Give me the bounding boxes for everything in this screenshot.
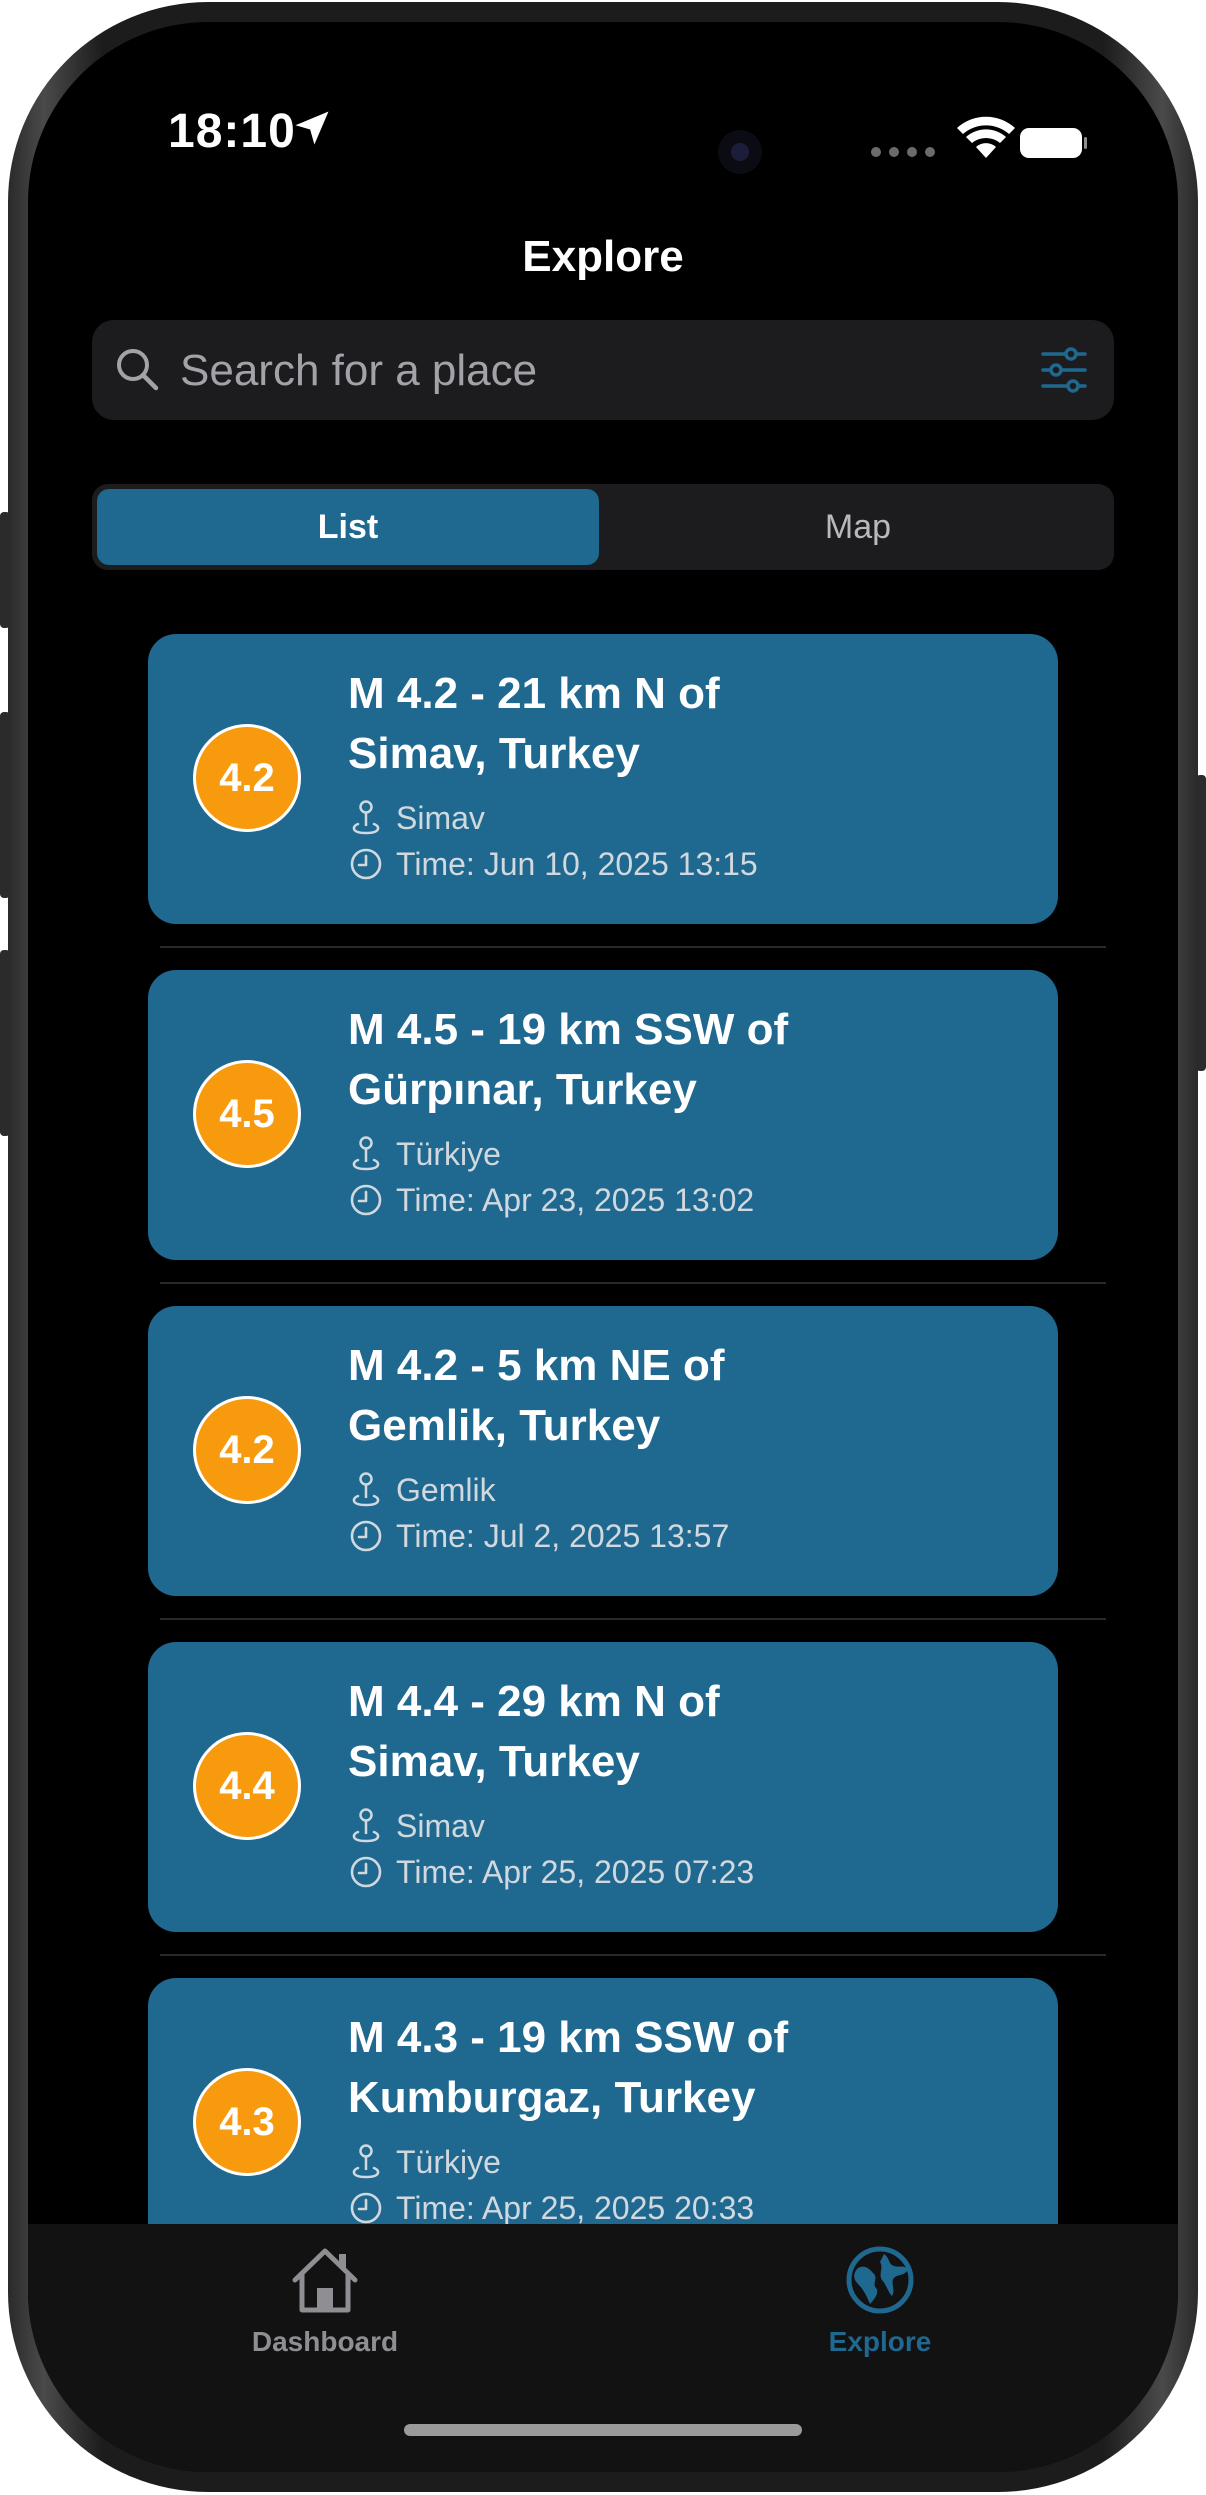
tab-dashboard[interactable]: Dashboard <box>225 2244 425 2374</box>
earthquake-card[interactable]: 4.2 M 4.2 - 5 km NE of Gemlik, Turkey Gemli… <box>148 1306 1058 1596</box>
earthquake-card[interactable]: 4.2 M 4.2 - 21 km N of Simav, Turkey Simav T… <box>148 634 1058 924</box>
clock-icon <box>350 1856 382 1888</box>
segment-map[interactable]: Map <box>607 489 1109 565</box>
place-label: Simav <box>396 799 485 836</box>
tab-dashboard-label: Dashboard <box>251 2326 399 2357</box>
earthquake-title-line: M 4.4 - 29 km N of <box>348 1677 720 1726</box>
clock-icon <box>350 1184 382 1216</box>
tab-explore-label: Explore <box>828 2326 932 2357</box>
time-row: Time: Jul 2, 2025 13:57 <box>348 1516 729 1556</box>
earthquake-card[interactable]: 4.5 M 4.5 - 19 km SSW of Gürpınar, Turkey T… <box>148 970 1058 1260</box>
segment-list[interactable]: List <box>97 489 599 565</box>
earthquake-title-line: M 4.3 - 19 km SSW of <box>348 2013 789 2062</box>
search-icon <box>117 349 159 391</box>
earthquake-title-line: Kumburgaz, Turkey <box>348 2073 756 2122</box>
place-row: Türkiye <box>348 2142 501 2182</box>
time-label: Time: Apr 25, 2025 20:33 <box>396 2189 755 2226</box>
list-separator <box>160 1954 1106 1956</box>
time-label: Time: Jul 2, 2025 13:57 <box>396 1517 730 1554</box>
magnitude-badge: 4.2 <box>193 724 301 832</box>
place-label: Simav <box>396 1807 485 1844</box>
front-camera <box>718 130 762 174</box>
list-separator <box>160 946 1106 948</box>
earthquake-list: 4.2 M 4.2 - 21 km N of Simav, Turkey Simav T… <box>28 612 1178 2242</box>
earthquake-card[interactable]: 4.4 M 4.4 - 29 km N of Simav, Turkey Simav T… <box>148 1642 1058 1932</box>
time-label: Time: Apr 23, 2025 13:02 <box>396 1181 755 1218</box>
list-separator <box>160 1282 1106 1284</box>
earthquake-title-line: Gemlik, Turkey <box>348 1401 661 1450</box>
time-row: Time: Apr 23, 2025 13:02 <box>348 1180 754 1220</box>
clock-icon <box>350 848 382 880</box>
action-button <box>0 512 10 628</box>
power-button <box>1196 775 1206 1071</box>
status-time: 18:10 <box>168 105 296 158</box>
search-input[interactable] <box>178 344 1002 398</box>
earthquake-title-line: Gürpınar, Turkey <box>348 1065 697 1114</box>
earthquake-card[interactable]: 4.3 M 4.3 - 19 km SSW of Kumburgaz, Turkey… <box>148 1978 1058 2242</box>
place-label: Türkiye <box>396 1135 501 1172</box>
place-label: Gemlik <box>396 1471 496 1508</box>
screen: 18:10 Explore Search for a place List Ma… <box>28 22 1178 2472</box>
earthquake-title: M 4.2 - 21 km N of Simav, Turkey <box>348 664 908 784</box>
filter-sliders-icon[interactable] <box>1040 347 1088 393</box>
location-arrow-icon <box>295 111 329 145</box>
place-row: Gemlik <box>348 1470 496 1510</box>
time-label: Time: Apr 25, 2025 07:23 <box>396 1853 755 1890</box>
earthquake-title-line: M 4.2 - 21 km N of <box>348 669 720 718</box>
place-row: Simav <box>348 1806 485 1846</box>
place-row: Türkiye <box>348 1134 501 1174</box>
battery-icon <box>1020 128 1087 158</box>
magnitude-badge: 4.4 <box>193 1732 301 1840</box>
earthquake-title-line: M 4.5 - 19 km SSW of <box>348 1005 789 1054</box>
page-title: Explore <box>522 232 684 281</box>
place-label: Türkiye <box>396 2143 501 2180</box>
earthquake-title: M 4.5 - 19 km SSW of Gürpınar, Turkey <box>348 1000 908 1120</box>
clock-icon <box>350 2192 382 2224</box>
house-icon <box>292 2248 358 2313</box>
status-indicators <box>871 116 1087 158</box>
earthquake-title-line: Simav, Turkey <box>348 1737 640 1786</box>
view-segmented-control: List Map <box>92 484 1114 570</box>
map-pin-icon <box>352 1136 380 1171</box>
wifi-icon <box>957 116 1015 158</box>
home-indicator[interactable] <box>404 2424 802 2436</box>
magnitude-badge: 4.3 <box>193 2068 301 2176</box>
magnitude-badge: 4.2 <box>193 1396 301 1504</box>
earthquake-title-line: M 4.2 - 5 km NE of <box>348 1341 725 1390</box>
map-pin-icon <box>352 1472 380 1507</box>
search-bar <box>92 320 1114 420</box>
time-row: Time: Apr 25, 2025 20:33 <box>348 2188 754 2228</box>
tab-explore[interactable]: Explore <box>780 2244 980 2374</box>
globe-icon <box>846 2246 914 2314</box>
clock-icon <box>350 1520 382 1552</box>
list-separator <box>160 1618 1106 1620</box>
cellular-dots-icon <box>871 147 935 157</box>
place-row: Simav <box>348 798 485 838</box>
magnitude-badge: 4.5 <box>193 1060 301 1168</box>
earthquake-title-line: Simav, Turkey <box>348 729 640 778</box>
volume-down-button <box>0 950 10 1136</box>
map-pin-icon <box>352 1808 380 1843</box>
map-pin-icon <box>352 800 380 835</box>
time-label: Time: Jun 10, 2025 13:15 <box>396 845 758 882</box>
earthquake-title: M 4.4 - 29 km N of Simav, Turkey <box>348 1672 908 1792</box>
earthquake-title: M 4.3 - 19 km SSW of Kumburgaz, Turkey <box>348 2008 908 2128</box>
volume-up-button <box>0 712 10 898</box>
map-pin-icon <box>352 2144 380 2179</box>
earthquake-title: M 4.2 - 5 km NE of Gemlik, Turkey <box>348 1336 908 1456</box>
time-row: Time: Jun 10, 2025 13:15 <box>348 844 758 884</box>
time-row: Time: Apr 25, 2025 07:23 <box>348 1852 754 1892</box>
